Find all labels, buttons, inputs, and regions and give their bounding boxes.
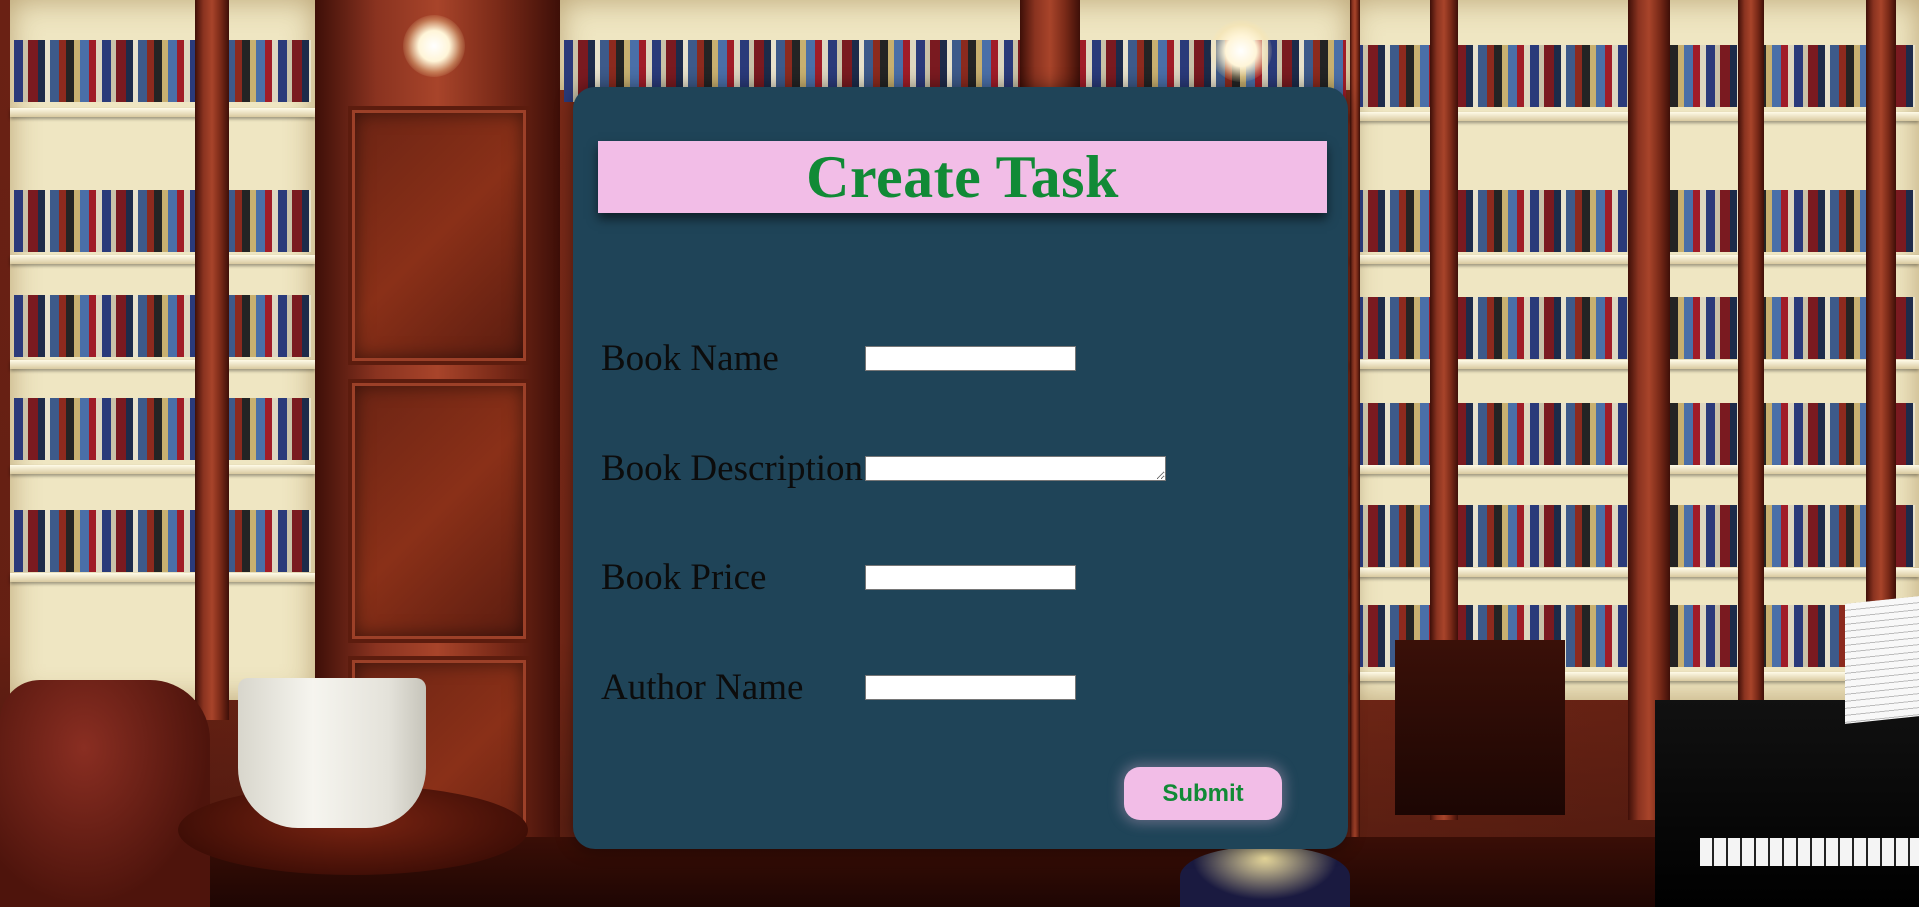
title-banner: Create Task (598, 141, 1327, 213)
piano (1655, 700, 1919, 907)
book-price-row: Book Price (601, 556, 1076, 598)
singing-bowl (238, 678, 426, 828)
book-description-label: Book Description (601, 447, 864, 489)
book-price-label: Book Price (601, 556, 767, 598)
submit-button[interactable]: Submit (1124, 767, 1282, 820)
book-description-textarea[interactable] (865, 455, 1166, 481)
leather-sofa (0, 680, 210, 907)
author-name-label: Author Name (601, 666, 804, 708)
book-name-label: Book Name (601, 337, 779, 379)
book-price-input[interactable] (865, 564, 1076, 590)
bookshelf-left (10, 0, 315, 700)
book-name-row: Book Name (601, 337, 1076, 379)
book-description-row: Book Description (601, 447, 1166, 489)
author-name-input[interactable] (865, 674, 1076, 700)
create-task-card: Create Task Book Name Book Description B… (573, 87, 1348, 849)
book-name-input[interactable] (865, 345, 1076, 371)
author-name-row: Author Name (601, 666, 1076, 708)
page-title: Create Task (806, 144, 1119, 210)
